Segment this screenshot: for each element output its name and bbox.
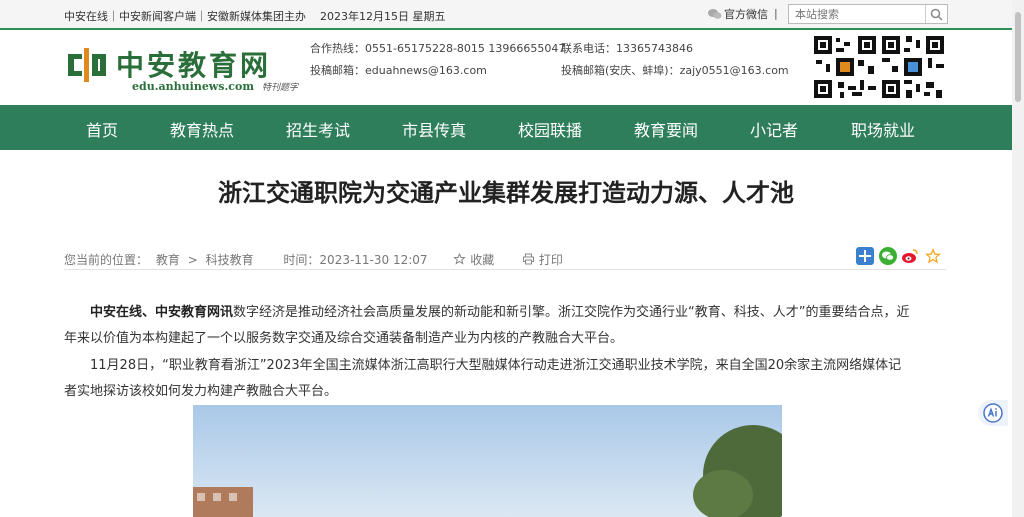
email-text: 投稿邮箱：eduahnews@163.com: [310, 64, 487, 77]
favorite-button[interactable]: 收藏: [453, 252, 502, 267]
nav-item-edu-hot[interactable]: 教育热点: [170, 117, 234, 141]
qr-code-wechat: [880, 34, 946, 100]
search-box: [788, 4, 948, 24]
nav-item-career[interactable]: 职场就业: [851, 117, 915, 141]
site-header: 中安教育网 edu.anhuinews.com 特刊题字 合作热线：0551-6…: [0, 30, 1012, 105]
current-date: 2023年12月15日 星期五: [320, 10, 446, 23]
divider: |: [774, 7, 778, 20]
breadcrumb-home[interactable]: 教育: [156, 253, 180, 267]
logo-mark-icon: [68, 48, 106, 82]
phone-text: 联系电话：13365743846: [561, 42, 693, 55]
site-affiliation[interactable]: 中安在线｜中安新闻客户端｜安徽新媒体集团主办: [64, 8, 306, 24]
ai-icon: [983, 403, 1003, 423]
star-outline-icon: [453, 252, 467, 265]
nav-item-admission[interactable]: 招生考试: [286, 117, 350, 141]
publish-time: 时间：2023-11-30 12:07: [283, 253, 428, 267]
search-icon: [930, 8, 943, 21]
nav-item-campus[interactable]: 校园联播: [518, 117, 582, 141]
search-button[interactable]: [925, 5, 947, 23]
nav-item-edu-news[interactable]: 教育要闻: [634, 117, 698, 141]
print-label: 打印: [538, 253, 563, 267]
breadcrumb-separator: >: [187, 253, 198, 267]
article-photo: [193, 405, 782, 517]
favorite-label: 收藏: [470, 253, 495, 267]
hotline-text: 合作热线：0551-65175228-8015 13966655047: [310, 42, 566, 55]
article-meta: 您当前的位置： 教育 > 科技教育 时间：2023-11-30 12:07 收藏…: [64, 251, 571, 268]
nav-item-young-reporter[interactable]: 小记者: [750, 117, 798, 141]
wechat-icon: [708, 9, 722, 19]
share-more-icon[interactable]: [856, 247, 874, 265]
article-paragraph-2: 11月28日，“职业教育看浙江”2023年全国主流媒体浙江高职行大型融媒体行动走…: [64, 358, 902, 399]
wechat-label: 官方微信: [724, 8, 768, 21]
search-input[interactable]: [789, 6, 925, 22]
nav-item-home[interactable]: 首页: [86, 117, 118, 141]
logo-signature: 特刊题字: [262, 83, 299, 93]
ai-assistant-button[interactable]: [978, 400, 1008, 426]
nav-item-county-news[interactable]: 市县传真: [402, 117, 466, 141]
qr-code-app: [812, 34, 878, 100]
logo-url: edu.anhuinews.com: [132, 80, 254, 93]
site-logo[interactable]: 中安教育网 edu.anhuinews.com 特刊题字: [66, 40, 316, 100]
meta-divider: [64, 269, 946, 270]
breadcrumb-label: 您当前的位置：: [64, 253, 149, 267]
page-scrollbar[interactable]: [1012, 0, 1024, 517]
logo-name: 中安教育网: [116, 49, 272, 82]
paragraph-lead: 中安在线、中安教育网讯: [90, 305, 234, 320]
favorite-share-icon[interactable]: [924, 247, 942, 265]
article-paragraph-1: 中安在线、中安教育网讯数字经济是推动经济社会高质量发展的新动能和新引擎。浙江交院…: [64, 300, 914, 352]
scrollbar-thumb[interactable]: [1015, 12, 1021, 102]
main-nav: 首页 教育热点 招生考试 市县传真 校园联播 教育要闻 小记者 职场就业: [0, 105, 1012, 150]
weibo-share-icon[interactable]: [901, 247, 919, 265]
wechat-link[interactable]: 官方微信: [708, 6, 768, 22]
article-title: 浙江交通职院为交通产业集群发展打造动力源、人才池: [218, 179, 794, 207]
wechat-share-icon[interactable]: [879, 247, 897, 265]
printer-icon: [523, 253, 535, 265]
top-bar: 中安在线｜中安新闻客户端｜安徽新媒体集团主办 2023年12月15日 星期五 官…: [0, 0, 1012, 29]
regional-email-text: 投稿邮箱(安庆、蚌埠)：zajy0551@163.com: [561, 64, 789, 77]
breadcrumb-section[interactable]: 科技教育: [206, 253, 254, 267]
print-button[interactable]: 打印: [522, 253, 567, 267]
